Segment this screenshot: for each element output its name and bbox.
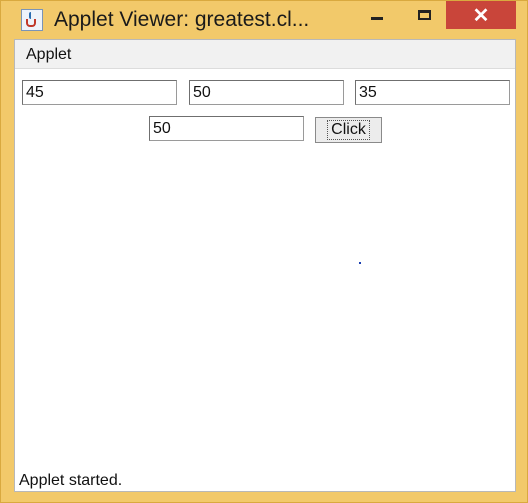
- maximize-button[interactable]: [404, 1, 444, 29]
- close-icon: ✕: [472, 4, 490, 27]
- java-cup-icon: [21, 9, 43, 31]
- third-number-field[interactable]: [355, 80, 510, 105]
- window-title: Applet Viewer: greatest.cl...: [54, 8, 310, 31]
- maximize-icon: [417, 10, 431, 20]
- second-number-field[interactable]: [189, 80, 344, 105]
- close-button[interactable]: ✕: [446, 1, 516, 29]
- stray-dot: [359, 262, 361, 264]
- menu-applet[interactable]: Applet: [26, 46, 71, 64]
- applet-viewer-window: Applet Viewer: greatest.cl... ✕ Applet C…: [0, 0, 528, 503]
- result-field[interactable]: [149, 116, 304, 141]
- menu-bar: Applet: [15, 40, 515, 69]
- click-button-label: Click: [327, 120, 370, 140]
- applet-panel: Applet Click Applet started.: [14, 39, 516, 492]
- click-button[interactable]: Click: [315, 117, 382, 143]
- first-number-field[interactable]: [22, 80, 177, 105]
- status-text: Applet started.: [19, 472, 123, 489]
- title-bar[interactable]: Applet Viewer: greatest.cl... ✕: [1, 1, 527, 39]
- minimize-button[interactable]: [358, 1, 396, 29]
- minimize-icon: [371, 16, 383, 20]
